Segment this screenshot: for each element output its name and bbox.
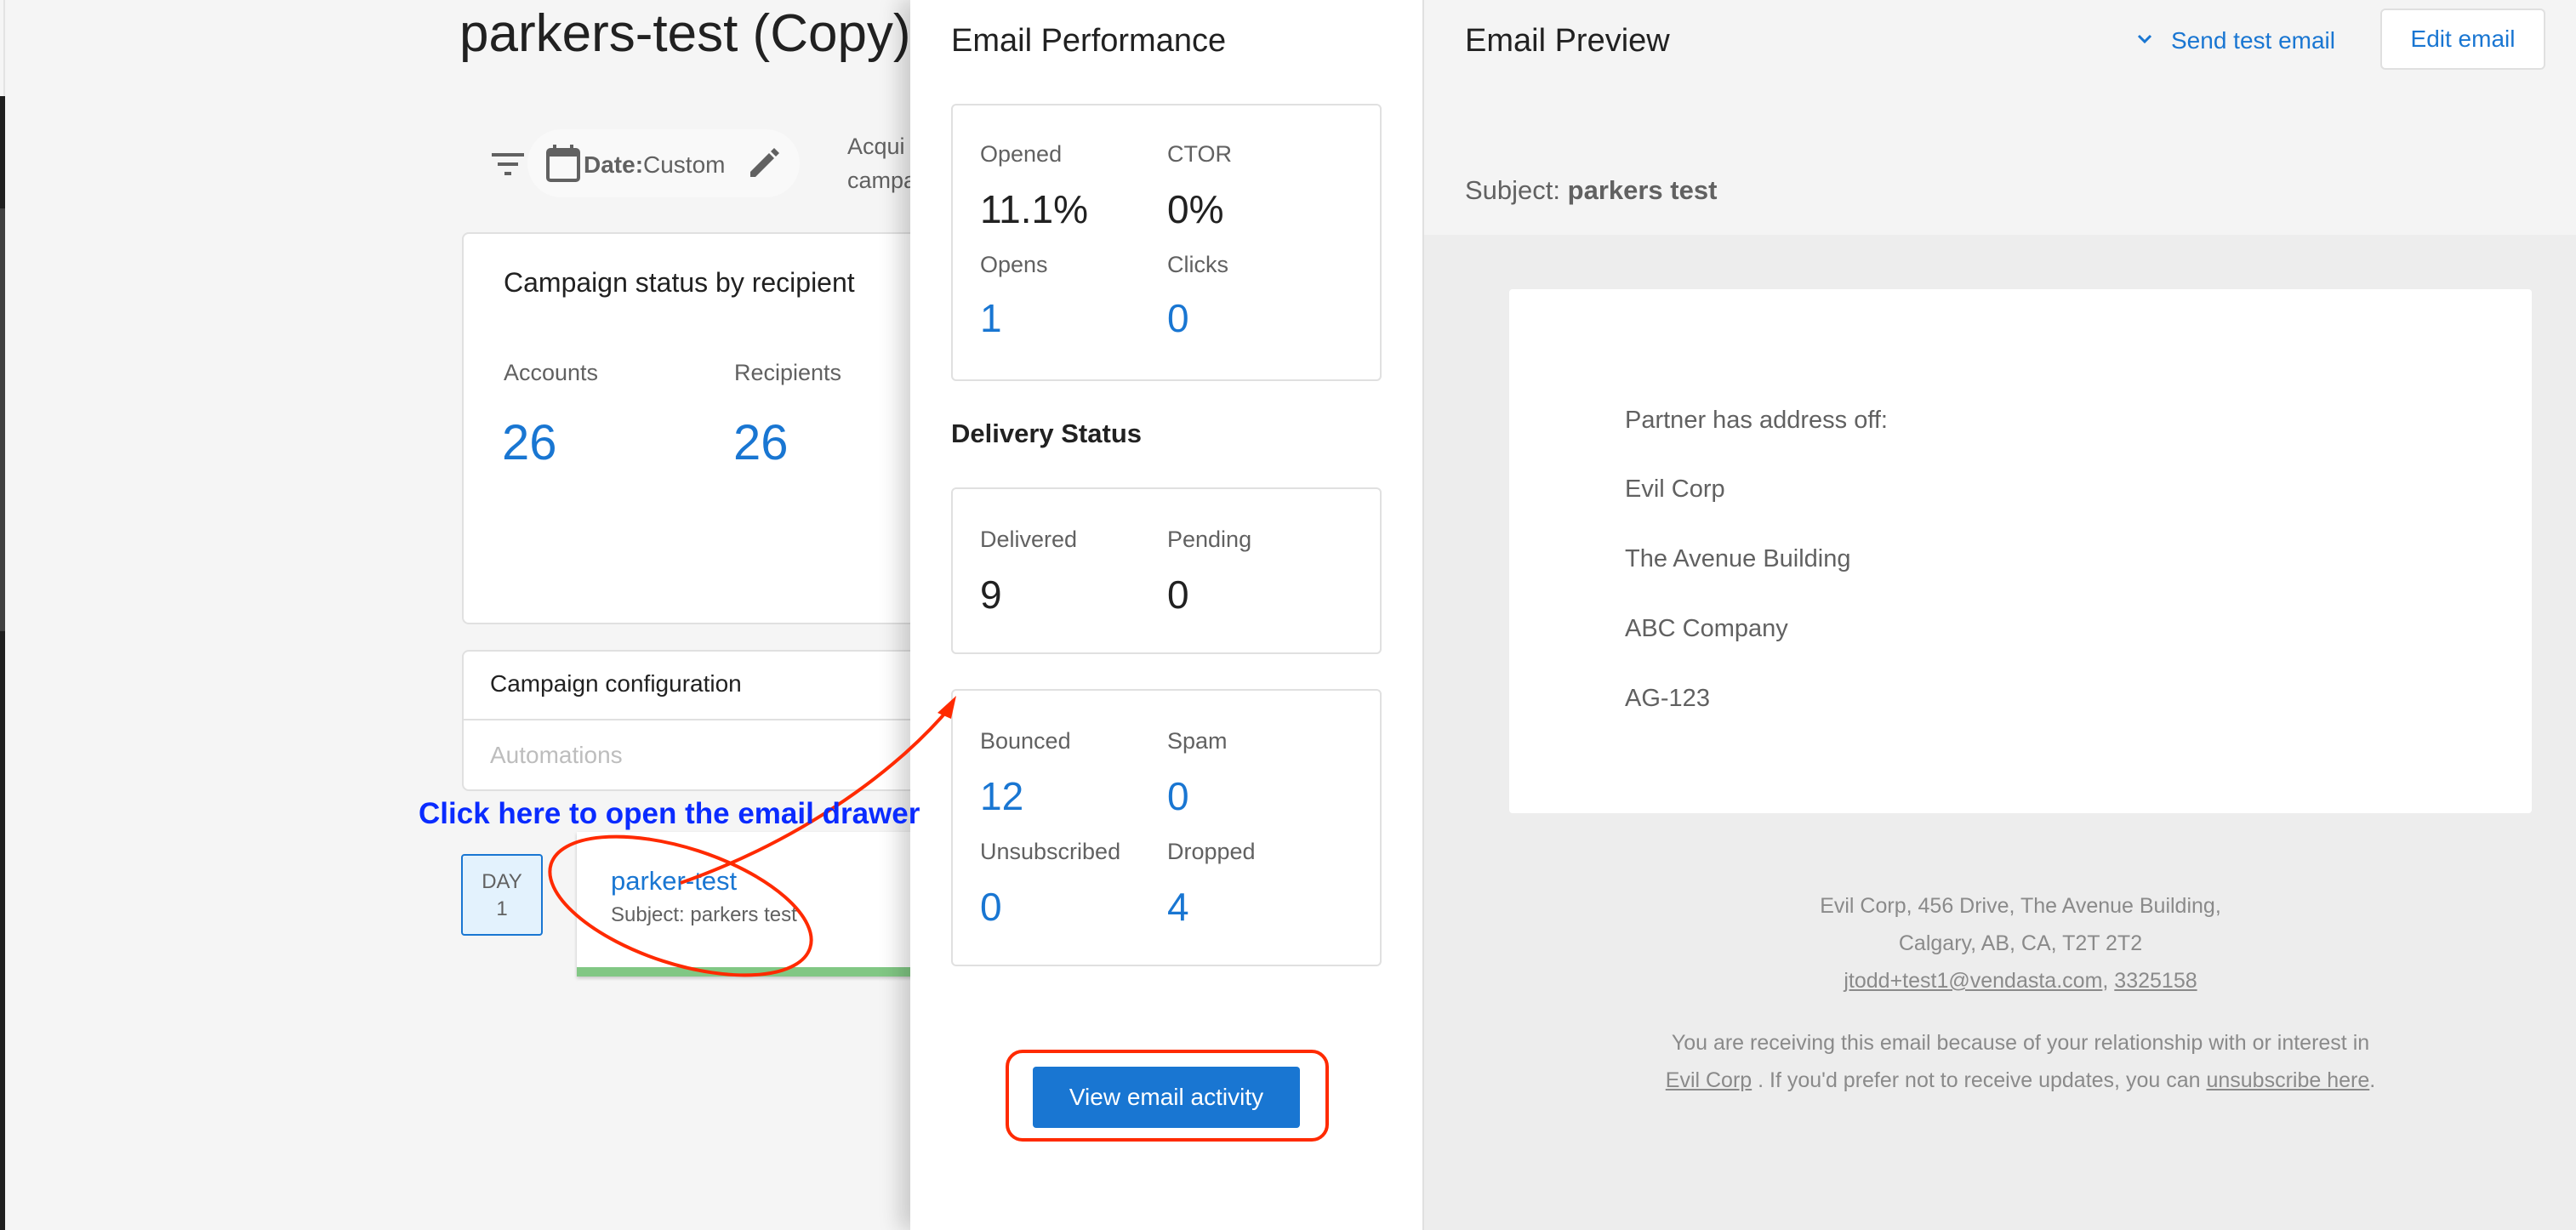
- accounts-label: Accounts: [504, 360, 599, 385]
- filter-icon[interactable]: [492, 151, 524, 177]
- unsubscribed-value[interactable]: 0: [980, 883, 1002, 931]
- bounced-label: Bounced: [980, 728, 1071, 754]
- accounts-value[interactable]: 26: [502, 413, 557, 473]
- email-body-line: ABC Company: [1625, 615, 1788, 642]
- campaign-type-line1: Acqui: [847, 134, 905, 159]
- campaign-configuration-title[interactable]: Campaign configuration: [490, 669, 742, 699]
- opens-value[interactable]: 1: [980, 294, 1002, 342]
- email-preview-title: Email Preview: [1465, 23, 1670, 59]
- recipients-value[interactable]: 26: [733, 413, 789, 473]
- opened-label: Opened: [980, 141, 1063, 167]
- campaign-type-text: Acqui campa: [847, 129, 916, 197]
- view-email-activity-button[interactable]: View email activity: [1033, 1067, 1300, 1128]
- side-strip-highlight: [0, 208, 5, 631]
- edit-email-button[interactable]: Edit email: [2380, 9, 2545, 70]
- pending-label: Pending: [1167, 527, 1252, 552]
- pencil-icon[interactable]: [747, 146, 781, 180]
- recipients-label: Recipients: [734, 360, 842, 385]
- delivered-label: Delivered: [980, 527, 1078, 552]
- preview-subject: Subject: parkers test: [1465, 174, 1717, 208]
- email-step-name[interactable]: parker-test: [611, 864, 737, 898]
- chevron-down-icon: [2137, 34, 2152, 43]
- footer-phone-link[interactable]: 3325158: [2114, 969, 2197, 993]
- footer-notice-end: .: [2369, 1068, 2376, 1092]
- footer-address-line2: Calgary, AB, CA, T2T 2T2: [1898, 931, 2143, 955]
- email-preview-panel: Email Preview Send test email Edit email…: [1422, 0, 2576, 1230]
- unsubscribed-label: Unsubscribed: [980, 839, 1121, 864]
- ctor-value: 0%: [1167, 187, 1224, 231]
- opens-label: Opens: [980, 252, 1048, 277]
- spam-value[interactable]: 0: [1167, 772, 1189, 820]
- preview-subject-label: Subject:: [1465, 175, 1561, 205]
- email-body-line: Evil Corp: [1625, 475, 1725, 503]
- date-filter-value: Custom: [643, 151, 726, 178]
- calendar-icon: [546, 145, 580, 182]
- day-number: 1: [496, 897, 508, 920]
- email-body-line: AG-123: [1625, 685, 1710, 712]
- footer-notice-line2: Evil Corp . If you'd prefer not to recei…: [1509, 1062, 2532, 1099]
- send-test-email-button[interactable]: Send test email: [2137, 20, 2335, 61]
- campaign-type-line2: campa: [847, 168, 917, 193]
- email-step-subject: Subject: parkers test: [611, 903, 797, 926]
- footer-email-link[interactable]: jtodd+test1@vendasta.com: [1844, 969, 2102, 993]
- footer-notice-middle: . If you'd prefer not to receive updates…: [1758, 1068, 2201, 1092]
- opened-value: 11.1%: [980, 187, 1089, 231]
- divider: [464, 719, 923, 720]
- pending-value: 0: [1167, 572, 1189, 617]
- campaign-status-title: Campaign status by recipient: [504, 267, 855, 298]
- performance-card: Opened 11.1% CTOR 0% Opens 1 Clicks 0: [951, 104, 1382, 381]
- day-label: DAY: [482, 870, 522, 893]
- spam-label: Spam: [1167, 728, 1228, 754]
- annotation-text: Click here to open the email drawer: [419, 797, 920, 830]
- clicks-value[interactable]: 0: [1167, 294, 1189, 342]
- footer-address-line1: Evil Corp, 456 Drive, The Avenue Buildin…: [1820, 894, 2221, 918]
- page-title: parkers-test (Copy): [459, 4, 911, 63]
- ctor-label: CTOR: [1167, 141, 1233, 167]
- clicks-label: Clicks: [1167, 252, 1228, 277]
- dropped-value[interactable]: 4: [1167, 883, 1189, 931]
- bounced-value[interactable]: 12: [980, 772, 1023, 820]
- date-filter-key: Date:: [584, 151, 644, 178]
- delivery-issues-card: Bounced 12 Spam 0 Unsubscribed 0 Dropped…: [951, 689, 1382, 966]
- email-body-line: Partner has address off:: [1625, 407, 1888, 434]
- email-body-line: The Avenue Building: [1625, 545, 1851, 572]
- dropped-label: Dropped: [1167, 839, 1256, 864]
- top-separator: [3, 0, 5, 96]
- date-filter-label[interactable]: Date:Custom: [584, 150, 725, 180]
- delivered-value: 9: [980, 572, 1002, 617]
- footer-contact: jtodd+test1@vendasta.com, 3325158: [1509, 962, 2532, 999]
- send-test-email-label: Send test email: [2171, 27, 2335, 54]
- email-performance-title: Email Performance: [951, 23, 1227, 59]
- footer-notice-line1: You are receiving this email because of …: [1671, 1031, 2370, 1055]
- automations-item[interactable]: Automations: [490, 740, 623, 771]
- email-body: Partner has address off: Evil Corp The A…: [1509, 289, 2532, 813]
- step-status-bar: [577, 967, 934, 977]
- unsubscribe-link[interactable]: unsubscribe here: [2206, 1068, 2369, 1092]
- footer-separator: ,: [2102, 969, 2109, 993]
- delivery-status-title: Delivery Status: [951, 419, 1142, 448]
- day-badge: DAY 1: [461, 854, 543, 936]
- email-drawer: Email Performance Opened 11.1% CTOR 0% O…: [910, 0, 1422, 1230]
- preview-subject-value: parkers test: [1567, 175, 1718, 205]
- footer-company-link[interactable]: Evil Corp: [1666, 1068, 1752, 1092]
- delivery-card: Delivered 9 Pending 0: [951, 487, 1382, 654]
